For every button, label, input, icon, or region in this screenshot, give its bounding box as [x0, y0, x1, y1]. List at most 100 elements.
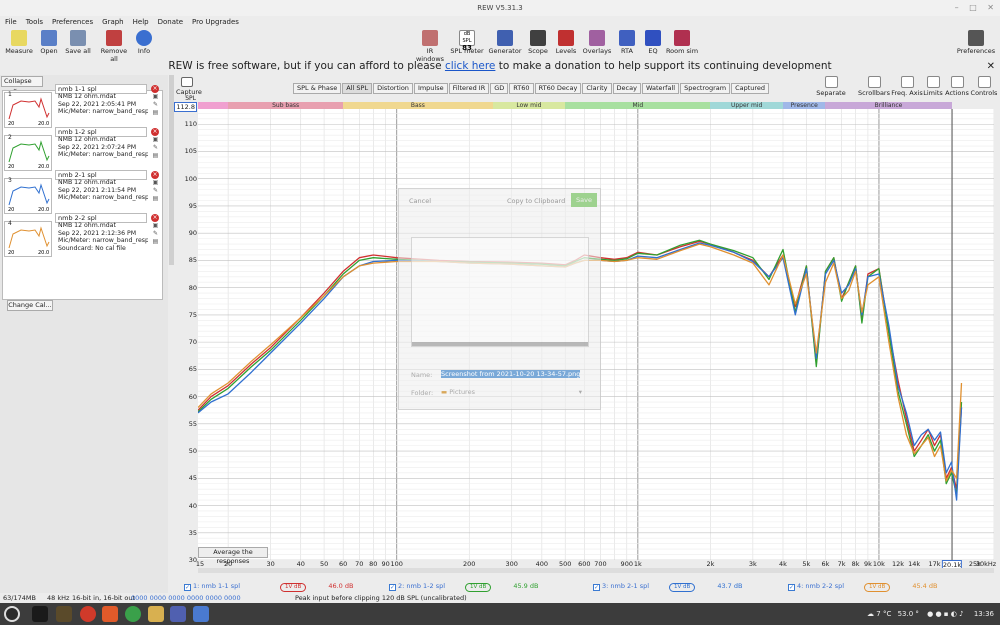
- room-sim-button[interactable]: Room sim: [665, 30, 699, 55]
- edit-icon[interactable]: ✎: [151, 187, 160, 195]
- legend-checkbox[interactable]: ✓: [788, 584, 795, 591]
- generator-button[interactable]: Generator: [488, 30, 522, 55]
- edit-icon[interactable]: ✎: [151, 144, 160, 152]
- lock-icon[interactable]: ▣: [151, 179, 160, 187]
- app-icon[interactable]: [56, 606, 72, 622]
- dialog-name-input[interactable]: Screenshot from 2021-10-20 13-34-57.png: [441, 369, 586, 380]
- scrollbars-button[interactable]: Scrollbars: [857, 76, 891, 97]
- delete-icon[interactable]: ×: [151, 214, 159, 222]
- tab-rt60-decay[interactable]: RT60 Decay: [534, 83, 582, 94]
- brave-browser-icon[interactable]: [102, 606, 118, 622]
- lock-icon[interactable]: ▣: [151, 222, 160, 230]
- menu-tools[interactable]: Tools: [26, 16, 43, 28]
- mint-menu-icon[interactable]: [4, 606, 20, 622]
- donate-link[interactable]: click here: [445, 60, 495, 72]
- save-all-button[interactable]: Save all: [61, 30, 95, 55]
- legend-item-4[interactable]: ✓ 4: nmb 2-2 spl 1V dB 45.4 dB: [788, 580, 937, 592]
- legend-checkbox[interactable]: ✓: [184, 584, 191, 591]
- tab-rt60[interactable]: RT60: [509, 83, 534, 94]
- measurement-thumbnail[interactable]: 2 20 20.0: [4, 134, 52, 171]
- tab-all-spl[interactable]: All SPL: [342, 83, 373, 94]
- dialog-folder-select[interactable]: ▬ Pictures ▾: [441, 387, 586, 398]
- terminal-icon[interactable]: [32, 606, 48, 622]
- delete-icon[interactable]: ×: [151, 171, 159, 179]
- tab-gd[interactable]: GD: [490, 83, 509, 94]
- chrome-icon[interactable]: [125, 606, 141, 622]
- thumb-line: [8, 97, 50, 120]
- files-icon[interactable]: [148, 606, 164, 622]
- capture-button[interactable]: Capture: [176, 77, 202, 96]
- note-icon[interactable]: ▤: [151, 109, 160, 117]
- menu-preferences[interactable]: Preferences: [52, 16, 93, 28]
- menu-file[interactable]: File: [5, 16, 17, 28]
- menu-pro-upgrades[interactable]: Pro Upgrades: [192, 16, 239, 28]
- lock-icon[interactable]: ▣: [151, 93, 160, 101]
- legend-offset-badge[interactable]: 1V dB: [669, 583, 696, 592]
- edit-icon[interactable]: ✎: [151, 101, 160, 109]
- dialog-copy-button[interactable]: Copy to Clipboard: [507, 197, 565, 205]
- delete-icon[interactable]: ×: [151, 85, 159, 93]
- spl-meter-button[interactable]: dB SPL 83 SPL meter: [450, 30, 484, 55]
- redshift-icon[interactable]: [80, 606, 96, 622]
- close-window-button[interactable]: ✕: [987, 3, 994, 12]
- legend-checkbox[interactable]: ✓: [389, 584, 396, 591]
- temperature: 7 °C: [876, 610, 892, 618]
- average-responses-button[interactable]: Average the responses: [198, 547, 268, 565]
- legend-item-3[interactable]: ✓ 3: nmb 2-1 spl 1V dB 43.7 dB: [593, 580, 742, 592]
- title-bar: REW V5.31.3: [0, 0, 1000, 16]
- note-icon[interactable]: ▤: [151, 238, 160, 246]
- menu-graph[interactable]: Graph: [102, 16, 123, 28]
- tab-filtered-ir[interactable]: Filtered IR: [448, 83, 490, 94]
- tab-distortion[interactable]: Distortion: [373, 83, 413, 94]
- rew-icon[interactable]: [170, 606, 186, 622]
- info-icon: [136, 30, 152, 46]
- tab-spectrogram[interactable]: Spectrogram: [680, 83, 731, 94]
- screenshot-icon[interactable]: [193, 606, 209, 622]
- legend-checkbox[interactable]: ✓: [593, 584, 600, 591]
- screenshot-dialog[interactable]: Cancel Copy to Clipboard Save Name: Scre…: [398, 188, 601, 410]
- dialog-cancel-button[interactable]: Cancel: [409, 197, 431, 205]
- x-tick-label: 30kHz: [975, 560, 997, 568]
- menu-help[interactable]: Help: [133, 16, 149, 28]
- legend-offset-badge[interactable]: 1V dB: [280, 583, 307, 592]
- info-button[interactable]: Info: [127, 30, 161, 55]
- levels-button[interactable]: Levels: [549, 30, 583, 55]
- tab-spl-phase[interactable]: SPL & Phase: [293, 83, 342, 94]
- tab-waterfall[interactable]: Waterfall: [641, 83, 680, 94]
- measurement-thumbnail[interactable]: 4 20 20.0: [4, 220, 52, 257]
- change-cal-button[interactable]: Change Cal...: [7, 300, 53, 311]
- tab-clarity[interactable]: Clarity: [582, 83, 612, 94]
- measurement-item-4[interactable]: nmb 2-2 spl × 4 20 20.0 NMB 12 ohm.mdat Se…: [2, 213, 160, 267]
- menu-donate[interactable]: Donate: [158, 16, 183, 28]
- legend-offset-badge[interactable]: 1V dB: [465, 583, 492, 592]
- maximize-button[interactable]: □: [969, 3, 977, 12]
- collapse-button[interactable]: Collapse «: [1, 76, 43, 94]
- x-tick-label: 200: [463, 560, 476, 568]
- measurement-info: NMB 12 ohm.mdat Sep 22, 2021 2:07:24 PM Mi…: [58, 136, 148, 159]
- overlays-button[interactable]: Overlays: [580, 30, 614, 55]
- legend-item-2[interactable]: ✓ 2: nmb 1-2 spl 1V dB 45.9 dB: [389, 580, 538, 592]
- controls-button[interactable]: Controls: [967, 76, 1000, 97]
- note-icon[interactable]: ▤: [151, 152, 160, 160]
- minimize-button[interactable]: –: [955, 3, 959, 12]
- measurement-thumbnail[interactable]: 1 20 20.0: [4, 91, 52, 128]
- lock-icon[interactable]: ▣: [151, 136, 160, 144]
- tab-impulse[interactable]: Impulse: [413, 83, 448, 94]
- legend-offset-badge[interactable]: 1V dB: [864, 583, 891, 592]
- measurement-thumbnail[interactable]: 3 20 20.0: [4, 177, 52, 214]
- tab-decay[interactable]: Decay: [612, 83, 641, 94]
- tray-app-icons[interactable]: ● ● ▪ ◐ ♪: [927, 610, 963, 618]
- legend-item-1[interactable]: ✓ 1: nmb 1-1 spl 1V dB 46.0 dB: [184, 580, 353, 592]
- note-icon[interactable]: ▤: [151, 195, 160, 203]
- separate-button[interactable]: Separate: [814, 76, 848, 97]
- delete-icon[interactable]: ×: [151, 128, 159, 136]
- panel-scrollbar[interactable]: [169, 75, 174, 265]
- tab-captured[interactable]: Captured: [731, 83, 770, 94]
- graph-scrollbar[interactable]: [198, 568, 994, 573]
- thumb-max-label: 20.0: [38, 207, 49, 213]
- preferences-button[interactable]: Preferences: [955, 30, 997, 55]
- dialog-save-button[interactable]: Save: [571, 193, 597, 207]
- edit-icon[interactable]: ✎: [151, 230, 160, 238]
- measure-button[interactable]: Measure: [2, 30, 36, 55]
- close-banner-icon[interactable]: ✕: [987, 59, 995, 74]
